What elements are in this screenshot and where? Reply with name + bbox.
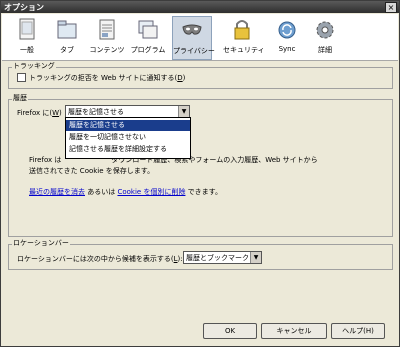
tab-privacy[interactable]: プライバシー: [172, 16, 215, 60]
location-bar-label: ロケーションバーには次の中から候補を表示する(L):: [17, 255, 183, 263]
general-icon: [19, 18, 35, 40]
history-heading: 履歴: [12, 93, 28, 103]
options-window: オプション × 一般 タブ コンテンツ プログラム プライバシー セキュリティ: [0, 0, 400, 347]
tab-privacy-label: プライバシー: [173, 47, 215, 55]
location-bar-suggest-select[interactable]: 履歴とブックマーク ▼: [183, 251, 262, 264]
help-button[interactable]: ヘルプ(H): [331, 323, 385, 339]
tab-tabs[interactable]: タブ: [48, 16, 86, 58]
tab-applications-label: プログラム: [130, 46, 166, 54]
history-actions-line: 最近の履歴を消去 あるいは Cookie を個別に削除 できます。: [29, 188, 222, 196]
clear-recent-history-link[interactable]: 最近の履歴を消去: [29, 188, 85, 196]
tab-content[interactable]: コンテンツ: [88, 16, 126, 58]
tab-general[interactable]: 一般: [8, 16, 46, 58]
tab-advanced[interactable]: 詳細: [306, 16, 344, 58]
location-bar-heading: ロケーションバー: [12, 238, 70, 248]
title-bar: オプション ×: [1, 1, 399, 13]
tab-tabs-label: タブ: [60, 46, 74, 54]
dropdown-option[interactable]: 履歴を記憶させる: [66, 120, 190, 131]
sync-icon: [278, 21, 296, 39]
close-button[interactable]: ×: [385, 2, 397, 13]
tab-applications[interactable]: プログラム: [129, 16, 167, 58]
tab-security[interactable]: セキュリティ: [223, 16, 265, 58]
advanced-gear-icon: [316, 21, 334, 39]
do-not-track-checkbox[interactable]: [17, 73, 26, 82]
preferences-toolbar: 一般 タブ コンテンツ プログラム プライバシー セキュリティ Sync 詳細: [2, 14, 398, 61]
dropdown-option[interactable]: 履歴を一切記憶させない: [66, 132, 190, 143]
chevron-down-icon[interactable]: ▼: [250, 252, 261, 263]
history-description-line2: 送信されてきた Cookie を保存します。: [29, 167, 155, 175]
history-mode-dropdown-list: 履歴を記憶させる 履歴を一切記憶させない 記憶させる履歴を詳細設定する: [65, 117, 191, 159]
tab-sync[interactable]: Sync: [268, 16, 306, 58]
cancel-button[interactable]: キャンセル: [261, 323, 327, 339]
tab-security-label: セキュリティ: [223, 46, 265, 54]
window-title: オプション: [4, 3, 44, 12]
chevron-down-icon[interactable]: ▼: [178, 106, 189, 117]
tracking-heading: トラッキング: [12, 61, 56, 71]
privacy-mask-icon: [182, 24, 202, 35]
history-mode-value: 履歴を記憶させる: [68, 108, 124, 116]
location-bar-suggest-value: 履歴とブックマーク: [186, 254, 249, 262]
security-lock-icon: [234, 20, 250, 40]
applications-icon: [138, 20, 158, 39]
content-icon: [99, 19, 115, 40]
do-not-track-label[interactable]: トラッキングの拒否を Web サイトに通知する(D): [29, 73, 185, 83]
remove-cookies-link[interactable]: Cookie を個別に削除: [117, 188, 185, 196]
tabs-icon: [57, 20, 77, 39]
tab-general-label: 一般: [20, 46, 34, 54]
tab-advanced-label: 詳細: [318, 46, 332, 54]
tab-sync-label: Sync: [278, 45, 296, 53]
dropdown-option[interactable]: 記憶させる履歴を詳細設定する: [66, 144, 190, 155]
firefox-history-label: Firefox に(W): [17, 109, 62, 117]
ok-button[interactable]: OK: [203, 323, 257, 339]
tab-content-label: コンテンツ: [89, 46, 125, 54]
